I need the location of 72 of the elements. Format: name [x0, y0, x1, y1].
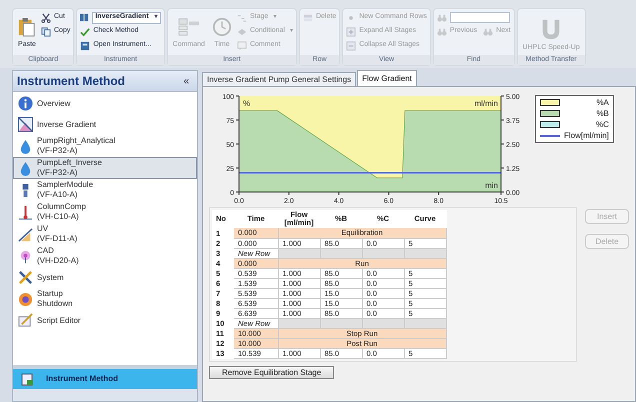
power-icon: [18, 292, 33, 306]
legend-label: %B: [596, 108, 609, 120]
speed-up-icon: [540, 18, 562, 40]
tree-item[interactable]: SamplerModule (VF-A10-A): [13, 179, 197, 201]
item-label: System: [37, 272, 64, 282]
item-label: SamplerModule: [37, 180, 94, 190]
tree-item[interactable]: Script Editor: [13, 310, 197, 331]
item-label: Overview: [37, 98, 70, 108]
panel-title: Instrument Method: [17, 73, 125, 90]
collapse-icon: [346, 40, 356, 50]
legend-label: %C: [596, 118, 609, 130]
command-rows-icon: [178, 17, 200, 37]
comment-icon: [236, 40, 247, 50]
legend-label: Flow[ml/min]: [564, 130, 609, 142]
tree-item[interactable]: Startup Shutdown: [13, 288, 197, 310]
find-field[interactable]: [450, 12, 510, 23]
tree-item[interactable]: PumpLeft_Inverse (VF-P32-A): [13, 157, 197, 179]
gradient-icon: [18, 117, 33, 132]
clipboard-icon: [18, 17, 36, 37]
tree-item[interactable]: Inverse Gradient: [13, 114, 197, 135]
binoculars-icon: [436, 26, 447, 36]
drop-icon: [18, 138, 33, 154]
binoculars-icon: [436, 12, 447, 22]
x-axis-title: min: [485, 181, 498, 190]
remove-stage-button[interactable]: Remove Equilibration Stage: [209, 366, 334, 378]
tree-item[interactable]: UV (VF-D11-A): [13, 223, 197, 245]
checkmark-icon: [80, 26, 90, 36]
tools-icon: [18, 270, 33, 285]
item-label: PumpRight_Analytical: [37, 136, 116, 146]
clock-icon: [212, 17, 232, 37]
item-label: ColumnComp: [37, 202, 86, 212]
item-model: Shutdown: [37, 299, 73, 309]
diamond-icon: [236, 26, 247, 36]
stage-icon: [236, 12, 247, 22]
delete-row-icon: [302, 12, 313, 22]
navigation-button[interactable]: Instrument Method: [13, 369, 197, 389]
info-icon: [18, 96, 33, 111]
flower-icon: [18, 248, 33, 264]
item-label: Inverse Gradient: [37, 120, 96, 130]
drop-icon: [18, 160, 33, 176]
tree-item[interactable]: CAD (VH-D20-A): [13, 245, 197, 267]
tree-item[interactable]: PumpRight_Analytical (VF-P32-A): [13, 135, 197, 157]
legend-label: %A: [596, 96, 609, 108]
item-label: UV: [37, 224, 50, 234]
binoculars-icon: [483, 26, 494, 36]
method-icon: [21, 372, 34, 386]
item-model: (VF-A10-A): [37, 190, 78, 200]
instrument-icon: [80, 40, 90, 50]
scissors-icon: [41, 12, 51, 22]
tree-item[interactable]: System: [13, 267, 197, 288]
item-label: Startup: [37, 289, 64, 299]
item-model: (VH-D20-A): [37, 256, 79, 266]
item-label: CAD: [37, 246, 55, 256]
item-label: Script Editor: [37, 316, 81, 326]
item-label: PumpLeft_Inverse: [37, 158, 102, 168]
uv-detector-icon: [18, 226, 33, 242]
tree-item[interactable]: Overview: [13, 93, 197, 114]
item-model: (VF-D11-A): [37, 234, 78, 244]
right-axis-title: ml/min: [474, 99, 498, 108]
thermometer-icon: [18, 204, 33, 220]
instrument-icon: [80, 13, 90, 22]
item-model: (VH-C10-A): [37, 212, 80, 222]
tab[interactable]: Flow Gradient: [357, 70, 417, 86]
script-icon: [18, 313, 33, 328]
item-model: (VF-P32-A): [37, 168, 78, 178]
item-model: (VF-P32-A): [37, 146, 78, 156]
y-axis-title: %: [243, 99, 250, 108]
collapse-button[interactable]: «: [179, 74, 193, 88]
tab[interactable]: Inverse Gradient Pump General Settings: [202, 72, 356, 86]
expand-icon: [346, 26, 356, 36]
copy-icon: [41, 26, 51, 36]
tree-item[interactable]: ColumnComp (VH-C10-A): [13, 201, 197, 223]
